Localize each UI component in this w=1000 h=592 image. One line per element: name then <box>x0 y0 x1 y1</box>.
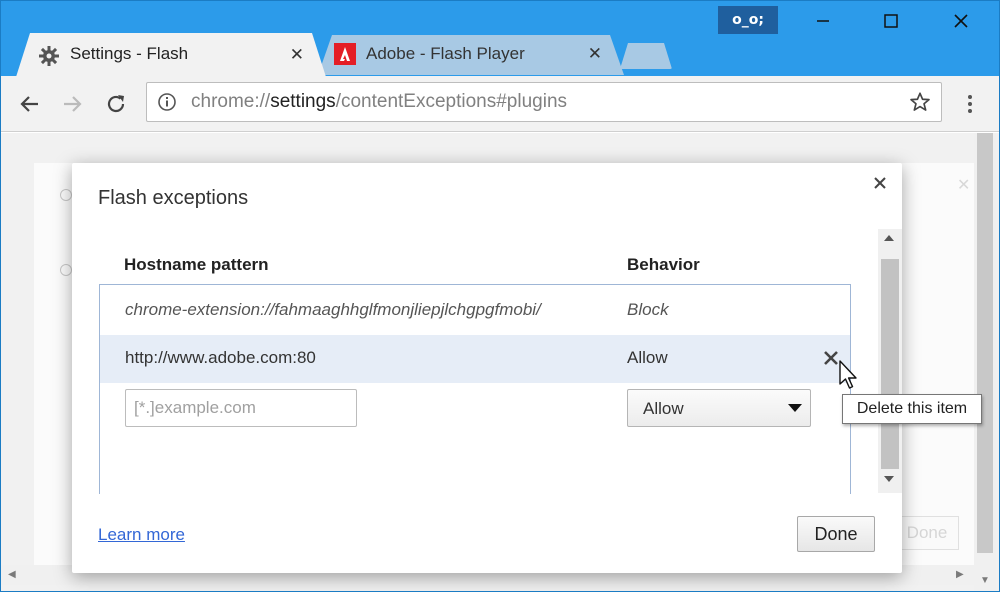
reload-icon <box>107 95 125 113</box>
new-exception-row: Allow <box>100 385 850 433</box>
delete-tooltip: Delete this item <box>842 394 982 424</box>
background-done-button: Done <box>895 516 959 550</box>
back-arrow-icon <box>20 96 38 112</box>
done-button[interactable]: Done <box>797 516 875 552</box>
hostname-cell: chrome-extension://fahmaaghhglfmonjliepj… <box>125 300 541 319</box>
maximize-icon <box>884 14 898 28</box>
scroll-up-icon[interactable] <box>884 235 894 241</box>
reload-button[interactable] <box>102 90 130 118</box>
url-text: chrome://settings/contentExceptions#plug… <box>191 91 568 112</box>
tab-adobe-flash-player[interactable]: Adobe - Flash Player ✕ <box>318 35 624 75</box>
list-item[interactable]: chrome-extension://fahmaaghhglfmonjliepj… <box>100 287 850 335</box>
learn-more-link[interactable]: Learn more <box>98 525 185 545</box>
tab-title: Adobe - Flash Player <box>366 44 525 63</box>
background-close-icon: ✕ <box>957 177 971 194</box>
behavior-select-value: Allow <box>643 399 684 418</box>
forward-button[interactable] <box>58 90 86 118</box>
column-header-hostname: Hostname pattern <box>124 255 269 274</box>
tab-settings-flash[interactable]: Settings - Flash ✕ <box>16 33 326 77</box>
behavior-cell: Block <box>627 300 669 319</box>
minimize-button[interactable] <box>800 6 846 36</box>
minimize-icon <box>817 20 829 22</box>
info-icon[interactable] <box>157 92 177 112</box>
new-tab-button[interactable] <box>620 43 672 69</box>
background-radio <box>60 189 72 201</box>
dialog-title: Flash exceptions <box>98 187 249 209</box>
maximize-button[interactable] <box>868 6 914 36</box>
scroll-down-icon[interactable] <box>884 476 894 482</box>
behavior-select[interactable]: Allow <box>627 389 811 427</box>
exceptions-list: chrome-extension://fahmaaghhglfmonjliepj… <box>99 284 851 494</box>
forward-arrow-icon <box>64 96 82 112</box>
scroll-right-icon[interactable]: ▶ <box>956 569 964 580</box>
profile-badge[interactable]: o_o; <box>718 6 778 34</box>
mouse-cursor-icon <box>839 360 857 389</box>
close-icon <box>954 14 968 28</box>
tab-title: Settings - Flash <box>70 44 189 63</box>
behavior-cell: Allow <box>627 348 668 367</box>
window-close-button[interactable] <box>938 6 984 36</box>
scrollbar-thumb[interactable] <box>977 133 993 553</box>
gear-icon <box>38 45 60 67</box>
toolbar: chrome://settings/contentExceptions#plug… <box>0 76 1000 132</box>
tab-close-icon[interactable]: ✕ <box>588 44 602 64</box>
bookmark-star-icon[interactable] <box>909 91 931 113</box>
adobe-icon <box>334 43 356 65</box>
back-button[interactable] <box>16 90 44 118</box>
address-bar[interactable]: chrome://settings/contentExceptions#plug… <box>146 82 942 122</box>
dialog-scrollbar-thumb[interactable] <box>881 259 899 469</box>
hostname-input[interactable] <box>125 389 357 427</box>
scroll-down-icon[interactable]: ▼ <box>980 575 990 586</box>
scroll-left-icon[interactable]: ◀ <box>8 569 16 580</box>
background-radio <box>60 264 72 276</box>
close-icon[interactable] <box>872 175 888 191</box>
dropdown-arrow-icon <box>788 404 802 412</box>
hostname-cell: http://www.adobe.com:80 <box>125 348 316 367</box>
list-item[interactable]: http://www.adobe.com:80 Allow <box>100 335 850 383</box>
tab-close-icon[interactable]: ✕ <box>290 45 304 65</box>
column-header-behavior: Behavior <box>627 255 700 274</box>
menu-icon[interactable] <box>960 90 980 118</box>
flash-exceptions-dialog: Flash exceptions Hostname pattern Behavi… <box>72 163 902 573</box>
